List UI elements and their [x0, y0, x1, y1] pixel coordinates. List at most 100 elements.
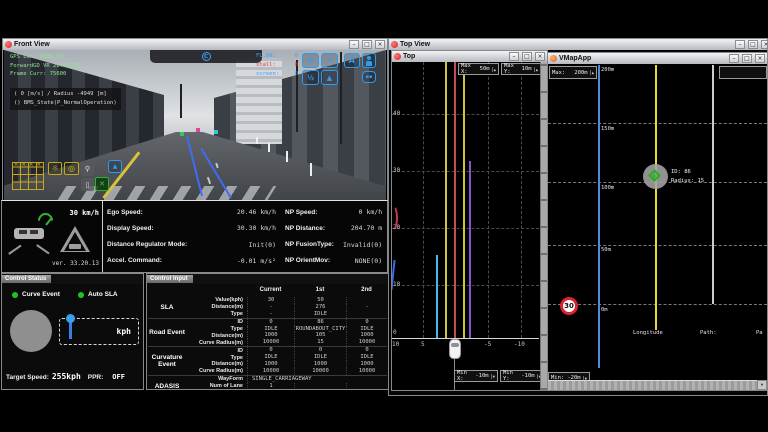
y-tick-label: 40	[393, 110, 400, 117]
min-x-control[interactable]: Min X:-10m▼	[454, 370, 498, 382]
maximize-button[interactable]: □	[742, 54, 752, 63]
map-line-path	[712, 65, 714, 304]
field-label: NP OrientMov:	[281, 257, 343, 264]
status-icons: 30 km/h ver. 33.20.13	[2, 201, 102, 272]
ppr-value: OFF	[112, 373, 125, 381]
window-title: Top View	[400, 41, 430, 48]
control-input-window: Control Input Current 1st 2nd SLA Value(…	[146, 273, 389, 390]
field-value: 20.46 km/h	[199, 208, 281, 216]
gridline	[392, 285, 539, 286]
autopilot-icon[interactable]: A	[344, 53, 360, 68]
bollard	[310, 163, 312, 176]
scrollbar-corner-button[interactable]: ▼	[757, 380, 767, 390]
speed-badge: 30 km/h	[69, 209, 99, 217]
camera-toggle-icon[interactable]: ◎	[64, 162, 79, 175]
gridline	[392, 228, 539, 229]
control-status-titlebar[interactable]: Control Status	[2, 274, 143, 284]
mountain-toggle-icon[interactable]: ▲	[108, 160, 122, 173]
range-label: 100m	[601, 185, 614, 191]
marker-radius-label: Radius: 15	[671, 177, 704, 186]
range-label: 0m	[601, 307, 608, 313]
app-icon	[5, 41, 12, 48]
auto-sla-indicator: Auto SLA	[78, 291, 118, 298]
field-label: NP Speed:	[281, 209, 343, 216]
map-max-control2[interactable]	[719, 66, 767, 79]
half-view-icon[interactable]: ½	[302, 70, 319, 85]
ego-car-icon	[14, 228, 44, 239]
control-input-table: SLA Value(kph)3050 Distance(m)-276- Type…	[148, 297, 387, 390]
gridline	[548, 123, 767, 124]
speed-limit-sign: 30	[560, 297, 578, 315]
close-button[interactable]: ×	[535, 52, 545, 61]
y-tick-label: 0	[393, 329, 397, 336]
grid-overlay-icon[interactable]: ✕✕✕✕	[12, 162, 44, 190]
detection-marker	[196, 128, 200, 132]
brightness-icon[interactable]: ☼	[321, 53, 338, 68]
field-label: Ego Speed:	[103, 209, 199, 216]
front-view-titlebar[interactable]: Front View – □ ×	[3, 39, 387, 50]
gridline	[548, 304, 767, 305]
ego-car-top-icon	[449, 339, 461, 359]
maximize-button[interactable]: □	[748, 40, 758, 49]
bollard	[256, 137, 258, 144]
chat-icon[interactable]: ▪▪	[362, 71, 376, 83]
spinner-up-icon: ▲	[534, 67, 538, 72]
gear-icon[interactable]: ⚙	[302, 53, 319, 68]
group-name: Road Event	[148, 319, 186, 347]
speed-slider-handle-head[interactable]	[66, 314, 75, 323]
field-label: Accel. Command:	[103, 257, 199, 264]
sun-toggle-icon[interactable]: ☼	[48, 162, 62, 175]
x-tick-label: 10	[392, 341, 399, 348]
maximize-button[interactable]: □	[522, 52, 532, 61]
detection-marker	[214, 130, 218, 134]
gridline	[423, 62, 424, 338]
window-title: VMapApp	[559, 55, 591, 62]
map-max-control[interactable]: Max:200m▲	[549, 66, 597, 79]
copyright-icon: C	[202, 52, 211, 61]
min-y-control[interactable]: Min Y:-10m▼	[500, 370, 544, 382]
target-speed-label: Target Speed:	[6, 374, 49, 381]
window-title: Control Input	[147, 275, 193, 283]
gridline	[392, 114, 539, 115]
x-tick-label: -10	[514, 341, 525, 348]
group-name: ADASIS	[148, 376, 186, 390]
pedestrian-toggle-icon[interactable]: ⚲	[81, 162, 94, 176]
minimize-button[interactable]: –	[349, 40, 359, 49]
map-titlebar[interactable]: VMapApp – □ ×	[548, 53, 767, 64]
top-plot-window: Top – □ × 40 30 20 10 0 10 5 0 -5 -10	[391, 50, 548, 391]
field-value: Init(0)	[199, 241, 281, 249]
horizontal-scrollbar[interactable]	[548, 380, 757, 390]
minimize-button[interactable]: –	[729, 54, 739, 63]
gridline	[488, 62, 489, 338]
status-panel: 30 km/h ver. 33.20.13 Ego Speed: 20.46 k…	[1, 200, 388, 273]
field-value: Invalid(0)	[343, 241, 387, 249]
field-value: 0 km/h	[343, 208, 387, 216]
app-icon	[550, 55, 557, 62]
vertical-scrollbar[interactable]	[540, 62, 547, 390]
field-value: 30.30 km/h	[199, 224, 281, 232]
tree-toggle-icon[interactable]: ✕	[95, 177, 109, 191]
field-label: NP FusionType:	[281, 241, 343, 248]
vehicle-state-box: ( 0 [m/s] / Radius -4949 [m] () BMS_Stat…	[10, 88, 121, 110]
pedestrian-icon[interactable]	[362, 53, 376, 68]
utility-pole	[340, 52, 342, 144]
minimize-button[interactable]: –	[735, 40, 745, 49]
terrain-icon[interactable]: ▲	[321, 70, 338, 85]
top-view-titlebar[interactable]: Top View – □ ×	[389, 39, 767, 50]
close-button[interactable]: ×	[755, 54, 765, 63]
range-label: 50m	[601, 247, 611, 253]
max-y-control[interactable]: Max Y:10m▲	[501, 63, 541, 75]
control-input-titlebar[interactable]: Control Input	[147, 274, 388, 284]
desktop: Front View – □ ×	[0, 0, 768, 432]
max-x-control[interactable]: Max X:50m▲	[458, 63, 499, 75]
close-button[interactable]: ×	[761, 40, 768, 49]
top-titlebar[interactable]: Top – □ ×	[392, 51, 547, 62]
maximize-button[interactable]: □	[362, 40, 372, 49]
sign-toggle-icon[interactable]: ▯	[81, 178, 94, 191]
gridline	[392, 171, 539, 172]
speed-slider-handle[interactable]	[69, 322, 72, 339]
close-button[interactable]: ×	[375, 40, 385, 49]
marker-id-label: ID: 86	[671, 168, 691, 177]
minimize-button[interactable]: –	[509, 52, 519, 61]
series-line-yellow-left	[445, 62, 447, 338]
